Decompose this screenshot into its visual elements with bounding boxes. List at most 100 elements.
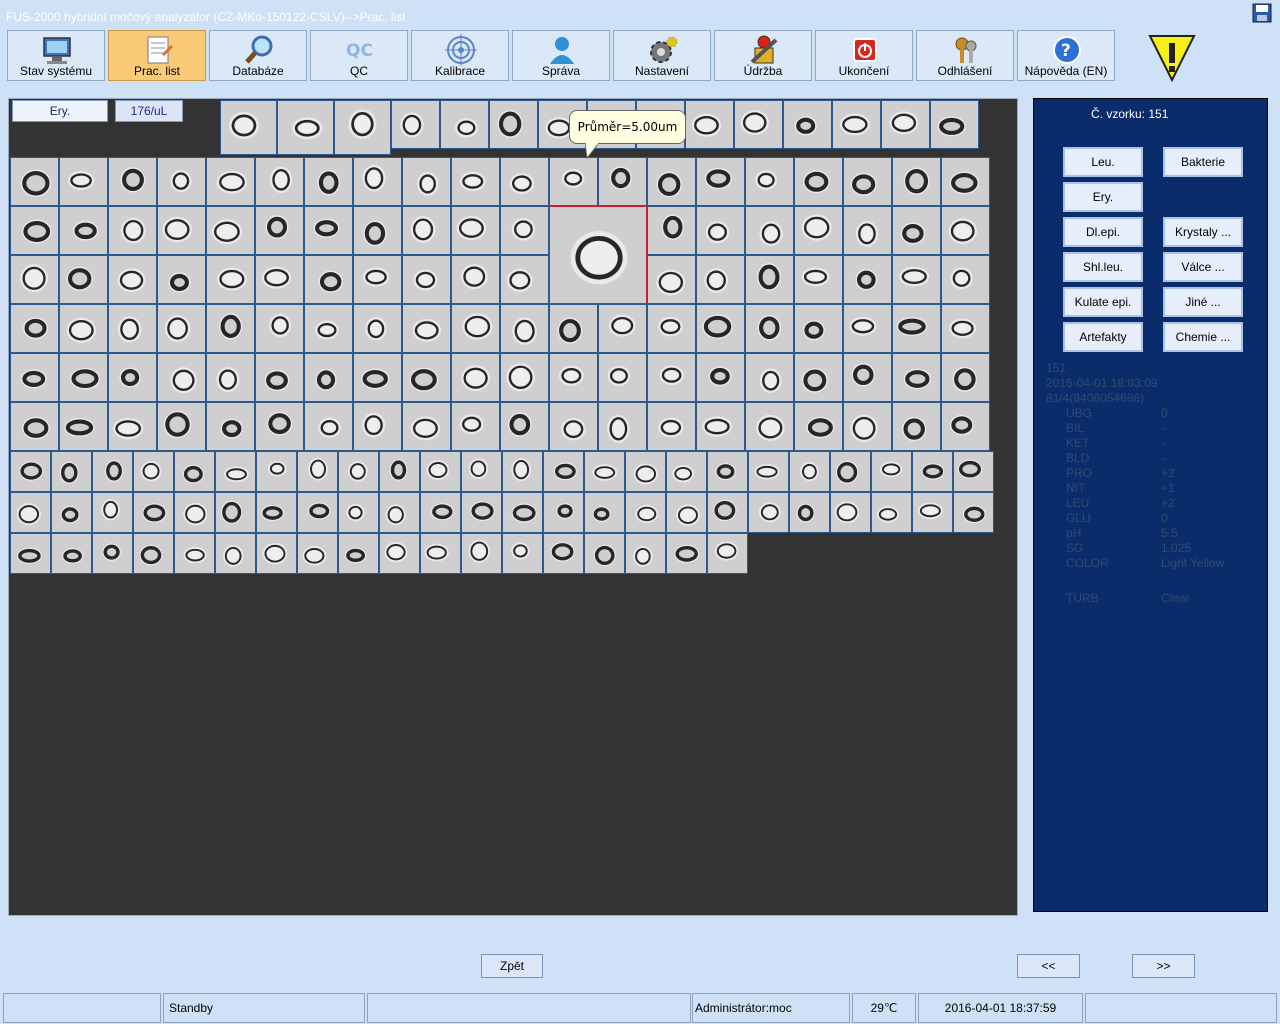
particle-image[interactable] [304, 353, 353, 402]
particle-image[interactable] [794, 402, 843, 451]
particle-image[interactable] [51, 451, 92, 492]
particle-image[interactable] [707, 451, 748, 492]
particle-image[interactable] [440, 100, 489, 149]
particle-image[interactable] [892, 206, 941, 255]
particle-image[interactable] [647, 304, 696, 353]
toolbar-button-8[interactable]: Údržba [714, 30, 812, 81]
particle-image[interactable] [871, 451, 912, 492]
particle-image[interactable] [51, 492, 92, 533]
particle-image[interactable] [549, 304, 598, 353]
particle-image[interactable] [625, 492, 666, 533]
toolbar-button-3[interactable]: Databáze [209, 30, 307, 81]
particle-image[interactable] [206, 157, 255, 206]
particle-image[interactable] [941, 157, 990, 206]
particle-image[interactable] [133, 492, 174, 533]
particle-image[interactable] [379, 451, 420, 492]
particle-image[interactable] [666, 492, 707, 533]
particle-image[interactable] [647, 255, 696, 304]
particle-image[interactable] [666, 451, 707, 492]
particle-image[interactable] [108, 353, 157, 402]
particle-image[interactable] [304, 255, 353, 304]
category-button-8[interactable]: Kulate epi. [1063, 287, 1143, 317]
particle-image[interactable] [402, 353, 451, 402]
particle-image[interactable] [92, 451, 133, 492]
particle-image[interactable] [420, 533, 461, 574]
particle-image[interactable] [783, 100, 832, 149]
particle-image[interactable] [59, 255, 108, 304]
particle-image[interactable] [206, 206, 255, 255]
toolbar-button-5[interactable]: Kalibrace [411, 30, 509, 81]
particle-image[interactable] [451, 255, 500, 304]
particle-image[interactable] [402, 157, 451, 206]
category-button-3[interactable]: Ery. [1063, 182, 1143, 212]
particle-image[interactable] [353, 353, 402, 402]
particle-image[interactable] [843, 353, 892, 402]
particle-image[interactable] [696, 206, 745, 255]
particle-image[interactable] [215, 492, 256, 533]
next-page-button[interactable]: >> [1132, 954, 1195, 978]
particle-image[interactable] [941, 255, 990, 304]
particle-image[interactable] [789, 492, 830, 533]
particle-image[interactable] [451, 206, 500, 255]
particle-image[interactable] [584, 492, 625, 533]
particle-image[interactable] [108, 304, 157, 353]
particle-image[interactable] [215, 451, 256, 492]
category-button-6[interactable]: Shl.leu. [1063, 252, 1143, 282]
particle-image[interactable] [353, 206, 402, 255]
particle-image[interactable] [338, 492, 379, 533]
particle-image[interactable] [10, 402, 59, 451]
category-button-1[interactable]: Leu. [1063, 147, 1143, 177]
particle-image[interactable] [255, 255, 304, 304]
particle-image[interactable] [402, 304, 451, 353]
particle-image[interactable] [489, 100, 538, 149]
particle-image[interactable] [255, 304, 304, 353]
particle-image[interactable] [157, 304, 206, 353]
particle-image[interactable] [255, 206, 304, 255]
particle-image[interactable] [748, 451, 789, 492]
particle-image[interactable] [685, 100, 734, 149]
particle-image[interactable] [10, 157, 59, 206]
particle-image[interactable] [789, 451, 830, 492]
particle-image[interactable] [830, 492, 871, 533]
particle-image[interactable] [584, 533, 625, 574]
particle-image[interactable] [696, 402, 745, 451]
particle-image[interactable] [304, 157, 353, 206]
particle-image[interactable] [297, 492, 338, 533]
particle-image[interactable] [379, 492, 420, 533]
particle-image[interactable] [647, 402, 696, 451]
particle-image[interactable] [832, 100, 881, 149]
particle-image[interactable] [543, 492, 584, 533]
toolbar-button-7[interactable]: Nastavení [613, 30, 711, 81]
particle-image[interactable] [745, 157, 794, 206]
particle-image[interactable] [892, 304, 941, 353]
particle-image[interactable] [830, 451, 871, 492]
particle-image[interactable] [745, 255, 794, 304]
particle-image[interactable] [10, 492, 51, 533]
particle-image[interactable] [843, 206, 892, 255]
back-button[interactable]: Zpět [481, 954, 543, 978]
particle-image[interactable] [953, 451, 994, 492]
save-icon[interactable] [1252, 3, 1272, 23]
particle-image[interactable] [500, 402, 549, 451]
particle-image[interactable] [174, 533, 215, 574]
particle-image[interactable] [625, 533, 666, 574]
particle-image[interactable] [941, 353, 990, 402]
toolbar-button-11[interactable]: ? Nápověda (EN) [1017, 30, 1115, 81]
category-button-10[interactable]: Artefakty [1063, 322, 1143, 352]
particle-image[interactable] [543, 451, 584, 492]
particle-image[interactable] [255, 157, 304, 206]
particle-image[interactable] [500, 353, 549, 402]
particle-image[interactable] [402, 206, 451, 255]
particle-image[interactable] [157, 353, 206, 402]
toolbar-button-6[interactable]: Správa [512, 30, 610, 81]
particle-image[interactable] [881, 100, 930, 149]
particle-image[interactable] [304, 402, 353, 451]
particle-image[interactable] [108, 402, 157, 451]
particle-image[interactable] [108, 255, 157, 304]
particle-image[interactable] [696, 353, 745, 402]
particle-image[interactable] [353, 402, 402, 451]
particle-image[interactable] [59, 353, 108, 402]
particle-image[interactable] [502, 451, 543, 492]
particle-image[interactable] [584, 451, 625, 492]
particle-image[interactable] [892, 353, 941, 402]
